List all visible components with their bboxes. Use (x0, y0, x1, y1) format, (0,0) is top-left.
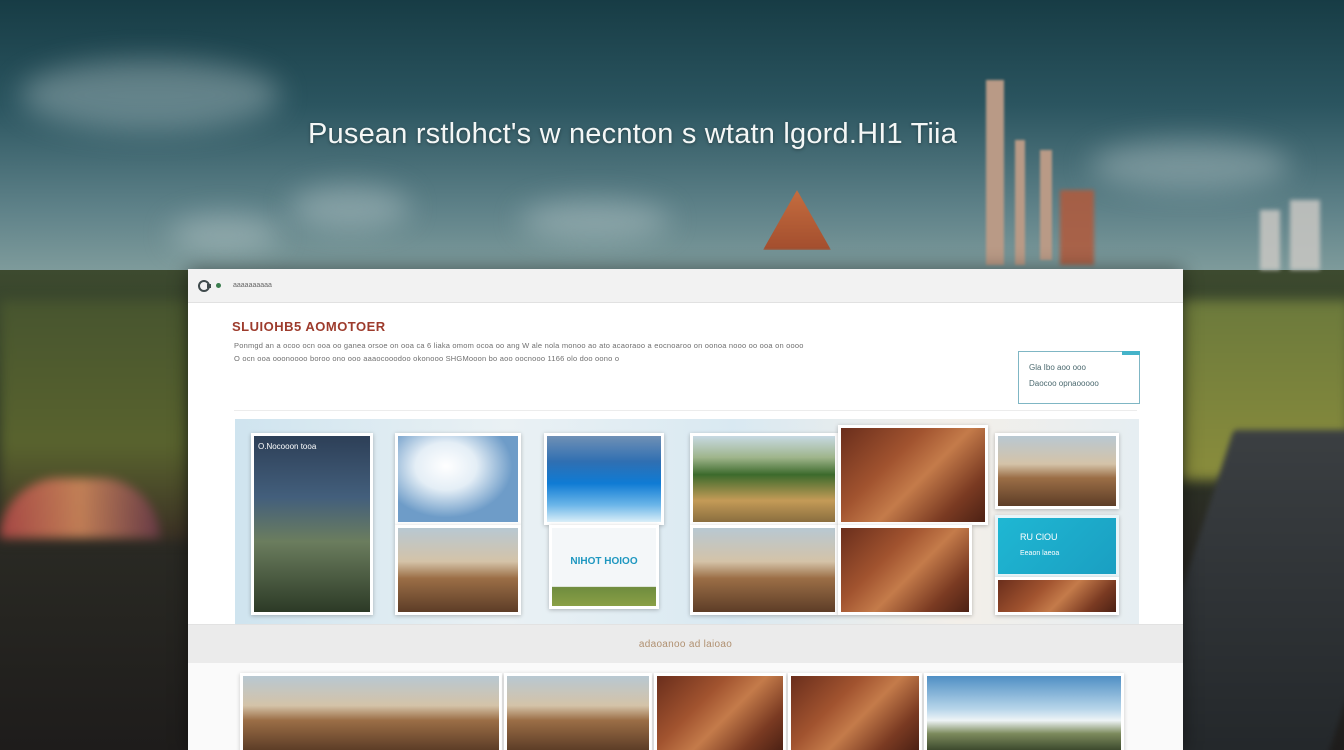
thumbnail[interactable] (924, 673, 1124, 750)
chimney-tower (986, 80, 1004, 265)
gallery-tile[interactable] (395, 433, 521, 525)
divider (234, 410, 1137, 411)
title-bar: aaaaaaaaaa (188, 269, 1183, 303)
cloud (170, 215, 280, 253)
chimney-tower (1040, 150, 1052, 260)
info-box-line: Daocoo opnaooooo (1029, 379, 1099, 388)
description-line: Ponmgd an a ocoo ocn ooa oo ganea orsoe … (234, 341, 804, 350)
gallery-tile[interactable] (690, 525, 838, 615)
cloud (520, 200, 670, 240)
photo-gallery: O.Nocooon tooa NIHOT HOIOO RU ClOU Eeaon… (235, 419, 1139, 631)
info-box[interactable]: Gla Ibo aoo ooo Daocoo opnaooooo (1018, 351, 1140, 404)
thumbnail[interactable] (788, 673, 922, 750)
section-caption: adaoanoo ad laioao (638, 638, 733, 650)
promo-title: RU ClOU (1020, 532, 1058, 542)
info-box-line: Gla Ibo aoo ooo (1029, 363, 1086, 372)
cloud (1090, 140, 1290, 190)
promo-subtitle: Eeaon laeoa (1020, 550, 1060, 557)
back-icon[interactable] (198, 279, 211, 292)
gallery-tile[interactable] (690, 433, 838, 525)
promo-card[interactable]: RU ClOU Eeaon laeoa (995, 515, 1119, 577)
thumbnail[interactable] (504, 673, 652, 750)
section-caption-bar: adaoanoo ad laioao (188, 624, 1183, 664)
tile-label: NIHOT HOIOO (570, 556, 638, 567)
gallery-tile[interactable] (838, 525, 972, 615)
gallery-tile[interactable] (995, 577, 1119, 615)
building (1260, 210, 1280, 270)
gallery-tile[interactable] (544, 433, 664, 525)
thumbnail-row (188, 663, 1183, 750)
page-content: SLUIOHB5 AOMOTOER Ponmgd an a ocoo ocn o… (188, 303, 1183, 643)
gallery-tile[interactable] (995, 433, 1119, 509)
address-bar[interactable]: aaaaaaaaaa (233, 282, 272, 289)
thumbnail[interactable] (654, 673, 786, 750)
gallery-tile[interactable]: O.Nocooon tooa (251, 433, 373, 615)
browser-window: aaaaaaaaaa SLUIOHB5 AOMOTOER Ponmgd an a… (188, 269, 1183, 750)
thumbnail[interactable] (240, 673, 502, 750)
tile-title: O.Nocooon tooa (258, 442, 317, 451)
gallery-tile[interactable]: NIHOT HOIOO (549, 525, 659, 609)
page-description: Ponmgd an a ocoo ocn ooa oo ganea orsoe … (234, 339, 1004, 365)
cloud (20, 60, 280, 130)
building (1060, 190, 1094, 265)
gallery-tile[interactable] (395, 525, 521, 615)
headline: Pusean rstlohct's w necnton s wtatn lgor… (308, 118, 958, 150)
building (1290, 200, 1320, 270)
description-line: O ocn ooa ooonoooo boroo ono ooo aaaocoo… (234, 354, 620, 363)
cloud (290, 185, 410, 229)
chimney-tower (1015, 140, 1025, 265)
gallery-tile[interactable] (838, 425, 988, 525)
page-title: SLUIOHB5 AOMOTOER (232, 319, 386, 334)
status-dot-icon (216, 283, 221, 288)
